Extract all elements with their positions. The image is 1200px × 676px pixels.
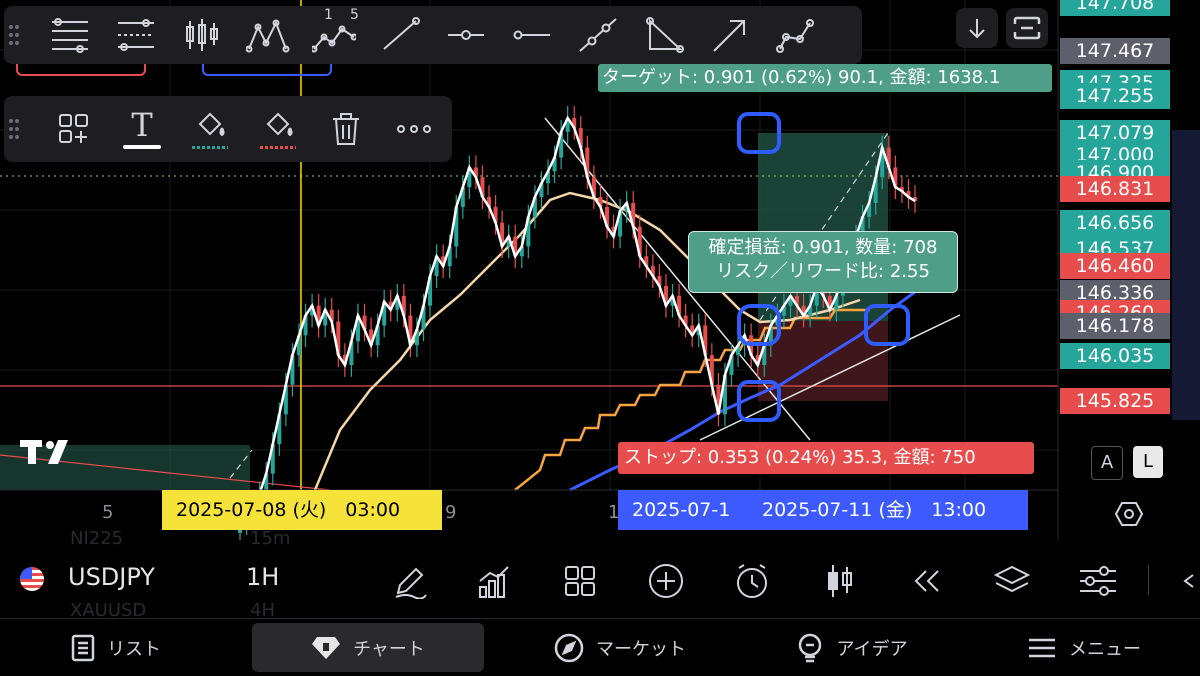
scroll-down-icon (969, 19, 985, 39)
candle-pattern-icon[interactable] (176, 9, 228, 61)
pnl-line-1: 確定損益: 0.901, 数量: 708 (708, 237, 938, 258)
pnl-line-2: リスク／リワード比: 2.55 (716, 261, 930, 282)
toolbar-grip-2[interactable] (4, 103, 24, 155)
log-scale-button[interactable]: L (1133, 446, 1163, 478)
nav-ideas-label: アイデア (836, 638, 908, 660)
indicators-icon[interactable] (472, 559, 516, 603)
line-color-icon[interactable] (252, 103, 304, 155)
collapse-left-icon[interactable] (1176, 559, 1200, 603)
range-date-end: 2025-07-11 (金) 13:00 (762, 490, 993, 530)
text-color-bar (123, 145, 161, 149)
extended-line-icon[interactable] (572, 9, 624, 61)
nav-menu[interactable]: メニュー (968, 619, 1200, 676)
scroll-down-button[interactable] (956, 8, 998, 48)
price-label: 145.825 (1060, 388, 1170, 414)
target-label: ターゲット: 0.901 (0.62%) 90.1, 金額: 1638.1 (598, 64, 1052, 92)
xabcd-pattern-icon[interactable] (242, 9, 294, 61)
symbol-name[interactable]: USDJPY (68, 563, 155, 591)
price-label: 147.467 (1060, 38, 1170, 64)
tradingview-logo: TV (20, 436, 78, 468)
hexagon-settings-icon (1115, 502, 1143, 526)
triangle-icon[interactable] (638, 9, 690, 61)
chart-gem-icon (312, 636, 341, 659)
interval-selector[interactable]: 1H (246, 563, 279, 591)
chart-settings-button[interactable] (1112, 500, 1146, 528)
pnl-label: 確定損益: 0.901, 数量: 708 リスク／リワード比: 2.55 (688, 231, 958, 293)
fill-color-swatch (192, 145, 228, 149)
add-widget-icon[interactable] (48, 103, 100, 155)
settings-sliders-icon[interactable] (1076, 559, 1120, 603)
price-label: 147.708 (1060, 0, 1170, 16)
menu-icon (1029, 638, 1055, 657)
candles-icon[interactable] (818, 559, 862, 603)
time-tick-2: 9 (445, 502, 457, 523)
time-tick-1: 5 (102, 502, 114, 523)
add-icon[interactable] (644, 559, 688, 603)
compass-icon (554, 633, 584, 662)
fullscreen-button[interactable] (1006, 8, 1048, 48)
price-label: 146.831 (1060, 176, 1170, 202)
price-label: 147.255 (1060, 83, 1170, 109)
elliott-label-1: 1 (324, 7, 333, 23)
nav-list[interactable]: リスト (0, 619, 232, 676)
alert-clock-icon[interactable] (730, 559, 774, 603)
auto-scale-button[interactable]: A (1091, 446, 1123, 480)
nav-menu-label: メニュー (1069, 638, 1141, 660)
price-label: 146.178 (1060, 313, 1170, 339)
nav-chart-label: チャート (353, 638, 425, 660)
fill-color-icon[interactable] (184, 103, 236, 155)
drawing-pen-icon[interactable] (388, 559, 432, 603)
fib-retracement-icon[interactable] (44, 9, 96, 61)
elliott-label-5: 5 (350, 7, 359, 23)
stop-label: ストップ: 0.353 (0.24%) 35.3, 金額: 750 (618, 442, 1034, 474)
list-icon (71, 634, 95, 661)
nav-chart[interactable]: チャート (252, 623, 484, 672)
more-icon[interactable] (388, 103, 440, 155)
elliott-wave-icon[interactable]: 1 5 (308, 7, 360, 61)
us-flag-icon (20, 567, 44, 591)
nav-ideas[interactable]: アイデア (736, 619, 968, 676)
fullscreen-icon (1013, 16, 1041, 40)
trend-line-icon[interactable] (374, 9, 426, 61)
path-icon[interactable] (770, 9, 822, 61)
arrow-icon[interactable] (704, 9, 756, 61)
trash-icon[interactable] (320, 103, 372, 155)
drawing-toolbar-second: T (4, 96, 452, 162)
text-icon[interactable]: T (116, 103, 168, 155)
nav-market-label: マーケット (596, 638, 686, 660)
range-date-start: 2025-07-1 (632, 499, 731, 521)
toolbar-divider (1148, 565, 1149, 595)
crosshair-date-label: 2025-07-08 (火) 03:00 (162, 490, 442, 530)
horizontal-line-icon[interactable] (506, 9, 558, 61)
bottom-navigation: リスト チャート マーケット アイデア メニュー (0, 618, 1200, 676)
ideas-bulb-icon (799, 633, 822, 662)
line-color-swatch (260, 145, 296, 149)
layers-icon[interactable] (990, 559, 1034, 603)
price-label: 146.035 (1060, 343, 1170, 369)
toolbar-grip[interactable] (4, 9, 24, 61)
nav-market[interactable]: マーケット (504, 619, 736, 676)
symbol-toolbar: USDJPY 1H (0, 545, 1200, 615)
price-label: 146.460 (1060, 253, 1170, 279)
ghost-header-red (16, 64, 146, 76)
right-zone-strip (1172, 130, 1200, 420)
replay-icon[interactable] (904, 559, 948, 603)
templates-icon[interactable] (558, 559, 602, 603)
nav-list-label: リスト (107, 638, 161, 660)
price-label: 146.656 (1060, 210, 1170, 236)
horizontal-ray-icon[interactable] (440, 9, 492, 61)
drawing-toolbar-top: 1 5 (4, 6, 862, 64)
ghost-header-blue (202, 64, 332, 76)
fib-channel-icon[interactable] (110, 9, 162, 61)
text-icon-glyph: T (131, 106, 153, 144)
